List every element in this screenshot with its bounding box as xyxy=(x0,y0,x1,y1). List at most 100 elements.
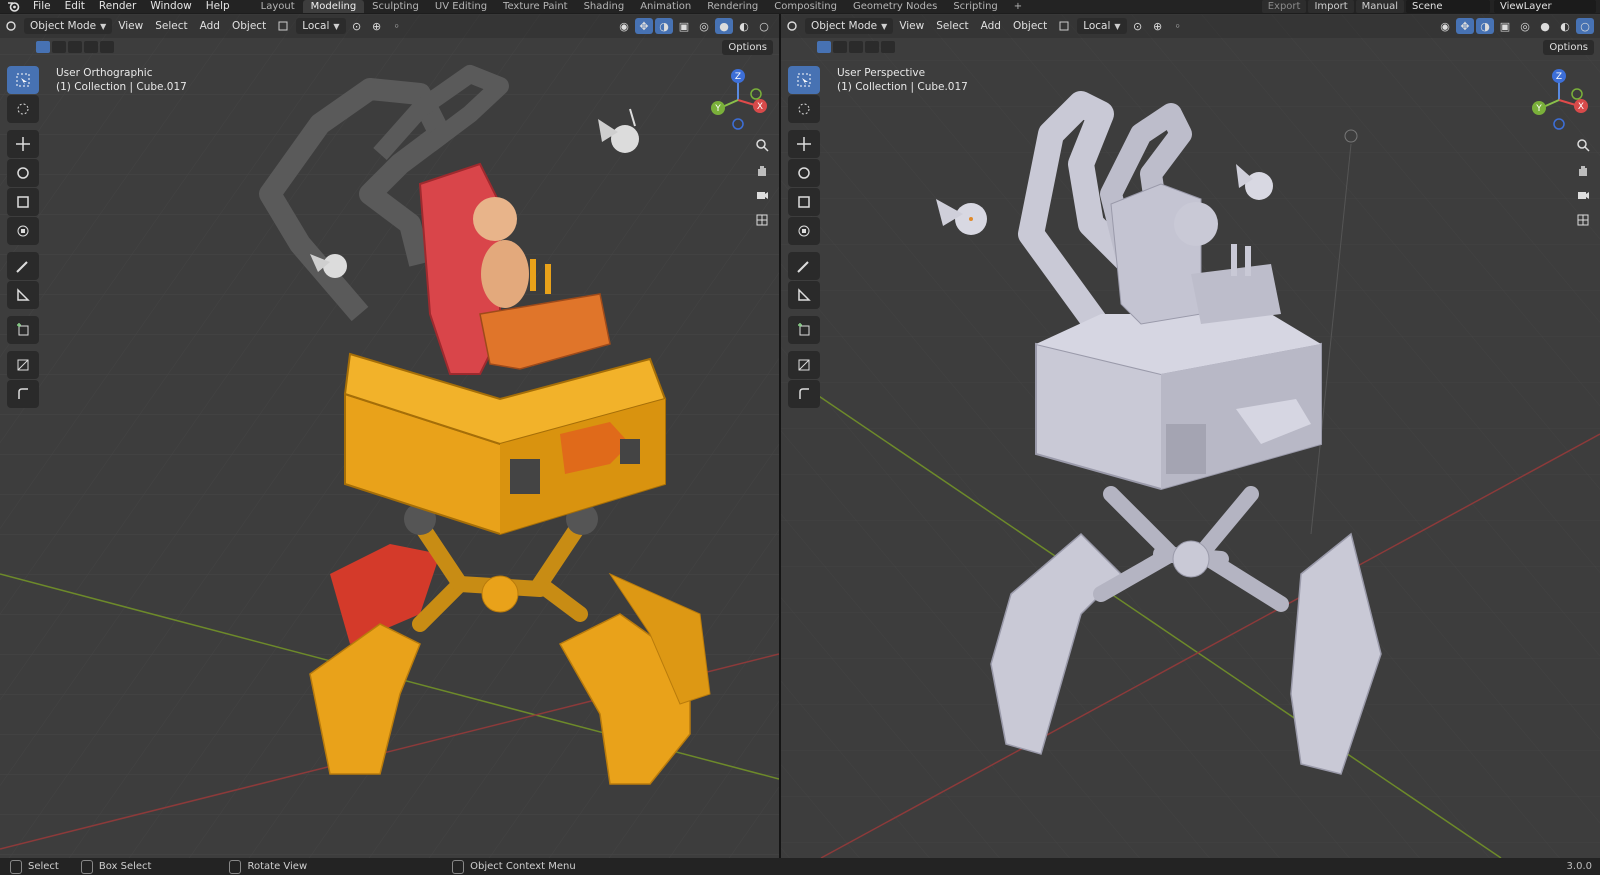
tab-sculpting[interactable]: Sculpting xyxy=(364,0,427,13)
overlay-toggle-icon[interactable]: ◑ xyxy=(655,18,673,34)
scale-icon[interactable] xyxy=(788,188,820,216)
zoom-icon[interactable] xyxy=(751,134,773,156)
select-subtract-icon[interactable] xyxy=(68,41,82,53)
pivot-icon[interactable]: ⊙ xyxy=(348,18,366,34)
add-cube-icon[interactable] xyxy=(788,316,820,344)
transform-space-selector[interactable]: Local ▼ xyxy=(296,18,346,34)
tab-rendering[interactable]: Rendering xyxy=(699,0,766,13)
move-icon[interactable] xyxy=(788,130,820,158)
solid-shading-icon[interactable]: ● xyxy=(715,18,733,34)
xray-icon[interactable]: ▣ xyxy=(1496,18,1514,34)
select-subtract-icon[interactable] xyxy=(849,41,863,53)
editor-type-icon[interactable] xyxy=(2,18,20,34)
transform-icon[interactable] xyxy=(788,217,820,245)
tab-geometry-nodes[interactable]: Geometry Nodes xyxy=(845,0,945,13)
menu-view[interactable]: View xyxy=(112,20,149,32)
transform-orientation-icon[interactable] xyxy=(274,18,292,34)
select-invert-icon[interactable] xyxy=(84,41,98,53)
tab-scripting[interactable]: Scripting xyxy=(945,0,1005,13)
blender-logo-icon[interactable] xyxy=(6,1,20,13)
menu-add[interactable]: Add xyxy=(975,20,1007,32)
gizmo-toggle-icon[interactable]: ✥ xyxy=(635,18,653,34)
overlay-toggle-icon[interactable]: ◑ xyxy=(1476,18,1494,34)
viewport-left[interactable]: Object Mode ▼ View Select Add Object Loca… xyxy=(0,14,779,858)
shrink-icon[interactable] xyxy=(7,351,39,379)
menu-render[interactable]: Render xyxy=(92,0,143,13)
select-box-icon[interactable] xyxy=(7,66,39,94)
shrink-icon[interactable] xyxy=(788,351,820,379)
menu-add[interactable]: Add xyxy=(194,20,226,32)
snap-icon[interactable]: ⊕ xyxy=(368,18,386,34)
grid-icon[interactable] xyxy=(1572,209,1594,231)
pivot-icon[interactable]: ⊙ xyxy=(1129,18,1147,34)
zoom-icon[interactable] xyxy=(1572,134,1594,156)
annotate-icon[interactable] xyxy=(7,252,39,280)
menu-select[interactable]: Select xyxy=(930,20,974,32)
menu-select[interactable]: Select xyxy=(149,20,193,32)
rendered-shading-icon[interactable]: ○ xyxy=(1576,18,1594,34)
menu-file[interactable]: File xyxy=(26,0,58,13)
hand-icon[interactable] xyxy=(751,159,773,181)
options-dropdown[interactable]: Options xyxy=(1543,40,1594,55)
material-shading-icon[interactable]: ◐ xyxy=(1556,18,1574,34)
solid-shading-icon[interactable]: ● xyxy=(1536,18,1554,34)
menu-object[interactable]: Object xyxy=(226,20,272,32)
select-new-icon[interactable] xyxy=(36,41,50,53)
tab-texture-paint[interactable]: Texture Paint xyxy=(495,0,576,13)
annotate-icon[interactable] xyxy=(788,252,820,280)
rendered-shading-icon[interactable]: ○ xyxy=(755,18,773,34)
tab-compositing[interactable]: Compositing xyxy=(766,0,845,13)
menu-window[interactable]: Window xyxy=(143,0,198,13)
manual-button[interactable]: Manual xyxy=(1355,0,1404,13)
tab-uv-editing[interactable]: UV Editing xyxy=(427,0,495,13)
gizmo-toggle-icon[interactable]: ✥ xyxy=(1456,18,1474,34)
select-intersect-icon[interactable] xyxy=(100,41,114,53)
export-button[interactable]: Export xyxy=(1261,0,1307,13)
add-workspace-button[interactable]: + xyxy=(1006,0,1030,13)
shear-icon[interactable] xyxy=(788,380,820,408)
visibility-icon[interactable]: ◉ xyxy=(1436,18,1454,34)
material-shading-icon[interactable]: ◐ xyxy=(735,18,753,34)
view-layer-selector[interactable]: ViewLayer xyxy=(1494,0,1596,13)
editor-type-icon[interactable] xyxy=(783,18,801,34)
camera-icon[interactable] xyxy=(751,184,773,206)
tab-animation[interactable]: Animation xyxy=(632,0,699,13)
navigation-gizmo-left[interactable]: Z X Y xyxy=(708,66,768,132)
move-icon[interactable] xyxy=(7,130,39,158)
scale-icon[interactable] xyxy=(7,188,39,216)
menu-object[interactable]: Object xyxy=(1007,20,1053,32)
wireframe-shading-icon[interactable]: ◎ xyxy=(1516,18,1534,34)
measure-icon[interactable] xyxy=(788,281,820,309)
tab-modeling[interactable]: Modeling xyxy=(302,0,365,13)
shear-icon[interactable] xyxy=(7,380,39,408)
transform-icon[interactable] xyxy=(7,217,39,245)
grid-icon[interactable] xyxy=(751,209,773,231)
select-invert-icon[interactable] xyxy=(865,41,879,53)
transform-space-selector[interactable]: Local ▼ xyxy=(1077,18,1127,34)
options-dropdown[interactable]: Options xyxy=(722,40,773,55)
tab-shading[interactable]: Shading xyxy=(576,0,633,13)
wireframe-shading-icon[interactable]: ◎ xyxy=(695,18,713,34)
select-extend-icon[interactable] xyxy=(52,41,66,53)
select-extend-icon[interactable] xyxy=(833,41,847,53)
select-intersect-icon[interactable] xyxy=(881,41,895,53)
cursor-icon[interactable] xyxy=(788,95,820,123)
visibility-icon[interactable]: ◉ xyxy=(615,18,633,34)
add-cube-icon[interactable] xyxy=(7,316,39,344)
tab-layout[interactable]: Layout xyxy=(253,0,303,13)
viewport-right[interactable]: Object Mode ▼ View Select Add Object Loca… xyxy=(781,14,1600,858)
measure-icon[interactable] xyxy=(7,281,39,309)
navigation-gizmo-right[interactable]: Z X Y xyxy=(1529,66,1589,132)
proportional-edit-icon[interactable]: ◦ xyxy=(1169,18,1187,34)
cursor-icon[interactable] xyxy=(7,95,39,123)
xray-icon[interactable]: ▣ xyxy=(675,18,693,34)
scene-selector[interactable]: Scene xyxy=(1406,0,1490,13)
mode-selector[interactable]: Object Mode ▼ xyxy=(805,18,894,34)
rotate-icon[interactable] xyxy=(788,159,820,187)
import-button[interactable]: Import xyxy=(1308,0,1354,13)
camera-icon[interactable] xyxy=(1572,184,1594,206)
rotate-icon[interactable] xyxy=(7,159,39,187)
select-new-icon[interactable] xyxy=(817,41,831,53)
transform-orientation-icon[interactable] xyxy=(1055,18,1073,34)
menu-edit[interactable]: Edit xyxy=(58,0,92,13)
